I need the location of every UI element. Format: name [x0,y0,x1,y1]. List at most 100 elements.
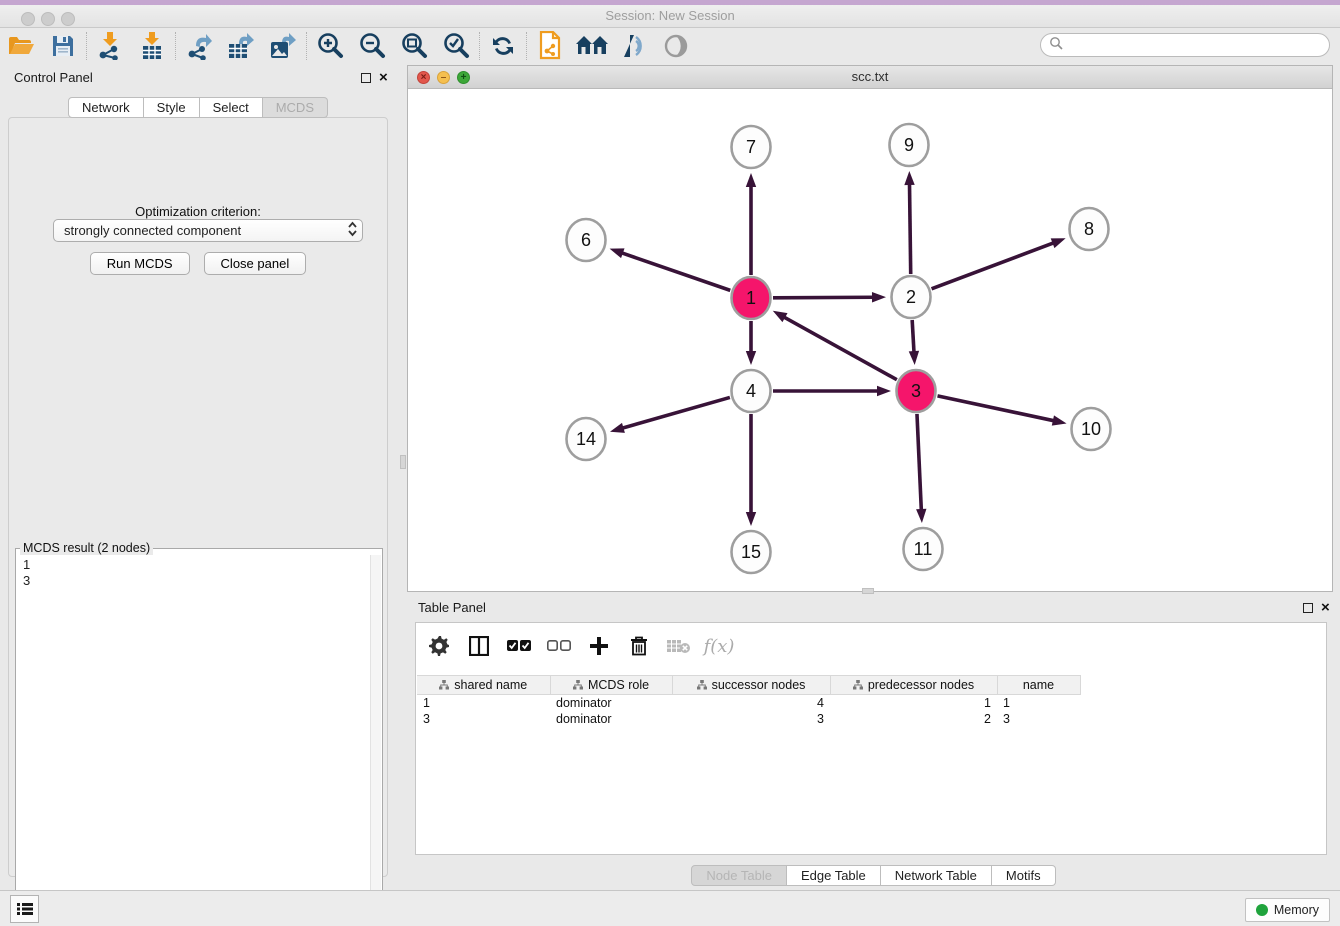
optimization-criterion-label: Optimization criterion: [9,204,387,219]
table-cell[interactable]: 3 [672,711,830,727]
main-titlebar: Session: New Session [0,5,1340,28]
node-label: 8 [1084,219,1094,239]
tab-edge-table[interactable]: Edge Table [787,865,881,886]
toolbar-separator [526,32,527,60]
zoom-selected-icon[interactable] [435,30,477,62]
memory-status-icon [1256,904,1268,916]
edge-2-3[interactable] [912,320,914,353]
edge-2-9[interactable] [909,183,910,274]
table-cell[interactable]: 1 [997,695,1080,711]
network-from-file-icon[interactable] [529,30,571,62]
search-icon [1049,36,1063,55]
select-all-icon[interactable] [506,633,532,659]
table-panel-tabs: Node TableEdge TableNetwork TableMotifs [407,865,1340,886]
hide-details-icon[interactable] [613,30,655,62]
export-network-icon[interactable] [178,30,220,62]
node-label: 1 [746,288,756,308]
toolbar-separator [175,32,176,60]
status-bar: Memory [0,890,1340,926]
float-table-panel-icon[interactable] [1303,603,1313,613]
deselect-all-icon[interactable] [546,633,572,659]
tab-node-table[interactable]: Node Table [691,865,787,886]
toolbar-separator [306,32,307,60]
column-layout-icon[interactable] [466,633,492,659]
edge-arrowhead [773,311,788,322]
tab-mcds[interactable]: MCDS [263,97,328,118]
node-table[interactable]: shared nameMCDS rolesuccessor nodesprede… [417,675,1081,727]
application-window: Session: New Session [0,0,1340,926]
table-row[interactable]: 3dominator323 [417,711,1080,727]
table-cell[interactable]: dominator [550,695,672,711]
column-header-predecessor-nodes[interactable]: predecessor nodes [830,676,997,695]
edge-3-1[interactable] [783,317,897,380]
node-label: 3 [911,381,921,401]
run-mcds-button[interactable]: Run MCDS [90,252,190,275]
open-folder-icon[interactable] [0,30,42,62]
float-panel-icon[interactable] [361,73,371,83]
tab-select[interactable]: Select [200,97,263,118]
optimization-criterion-select[interactable]: strongly connected component [53,219,363,242]
tab-style[interactable]: Style [144,97,200,118]
edge-3-11[interactable] [917,414,921,511]
table-panel: Table Panel × [407,595,1340,890]
search-input[interactable] [1063,35,1329,55]
memory-button[interactable]: Memory [1245,898,1330,922]
mcds-result-scrollbar[interactable] [370,555,381,919]
edge-3-10[interactable] [937,396,1054,421]
add-column-icon[interactable] [586,633,612,659]
search-field[interactable] [1040,33,1330,57]
edge-4-14[interactable] [622,397,730,428]
table-cell[interactable]: dominator [550,711,672,727]
zoom-in-icon[interactable] [309,30,351,62]
table-cell[interactable]: 2 [830,711,997,727]
delete-column-icon[interactable] [626,633,652,659]
mcds-panel: Optimization criterion: strongly connect… [8,117,388,877]
edge-2-8[interactable] [932,243,1055,289]
network-view-window: × – + scc.txt 7968124314101511 [407,65,1333,592]
tab-motifs[interactable]: Motifs [992,865,1056,886]
column-header-shared-name[interactable]: shared name [417,676,550,695]
control-panel-tabs: NetworkStyleSelectMCDS [0,97,396,118]
function-builder-icon[interactable]: f(x) [706,633,732,659]
zoom-fit-icon[interactable] [393,30,435,62]
refresh-icon[interactable] [482,30,524,62]
home-networks-icon[interactable] [571,30,613,62]
mcds-result-list[interactable]: 13 [17,555,370,919]
edge-arrowhead [1051,238,1066,248]
table-cell[interactable]: 3 [417,711,550,727]
network-window-titlebar[interactable]: × – + scc.txt [408,66,1332,89]
column-header-MCDS-role[interactable]: MCDS role [550,676,672,695]
close-panel-icon[interactable]: × [379,69,388,87]
zoom-out-icon[interactable] [351,30,393,62]
main-toolbar [0,28,1340,64]
edge-arrowhead [872,292,886,302]
column-header-name[interactable]: name [997,676,1080,695]
export-image-icon[interactable] [262,30,304,62]
task-history-button[interactable] [10,895,39,923]
delete-table-icon[interactable] [666,633,692,659]
edge-1-6[interactable] [621,253,730,291]
save-icon[interactable] [42,30,84,62]
node-label: 7 [746,137,756,157]
export-table-icon[interactable] [220,30,262,62]
table-cell[interactable]: 4 [672,695,830,711]
node-label: 11 [914,539,933,559]
network-canvas[interactable]: 7968124314101511 [408,89,1332,591]
edge-1-2[interactable] [773,297,874,298]
table-row[interactable]: 1dominator411 [417,695,1080,711]
tab-network[interactable]: Network [68,97,144,118]
table-cell[interactable]: 1 [830,695,997,711]
panel-divider-handle[interactable] [400,455,406,469]
close-panel-button[interactable]: Close panel [204,252,307,275]
panel-divider-handle[interactable] [862,588,874,594]
column-header-successor-nodes[interactable]: successor nodes [672,676,830,695]
toolbar-separator [86,32,87,60]
close-table-panel-icon[interactable]: × [1321,599,1330,617]
show-details-icon[interactable] [655,30,697,62]
import-network-icon[interactable] [89,30,131,62]
gear-icon[interactable] [426,633,452,659]
table-cell[interactable]: 3 [997,711,1080,727]
tab-network-table[interactable]: Network Table [881,865,992,886]
import-table-icon[interactable] [131,30,173,62]
table-cell[interactable]: 1 [417,695,550,711]
